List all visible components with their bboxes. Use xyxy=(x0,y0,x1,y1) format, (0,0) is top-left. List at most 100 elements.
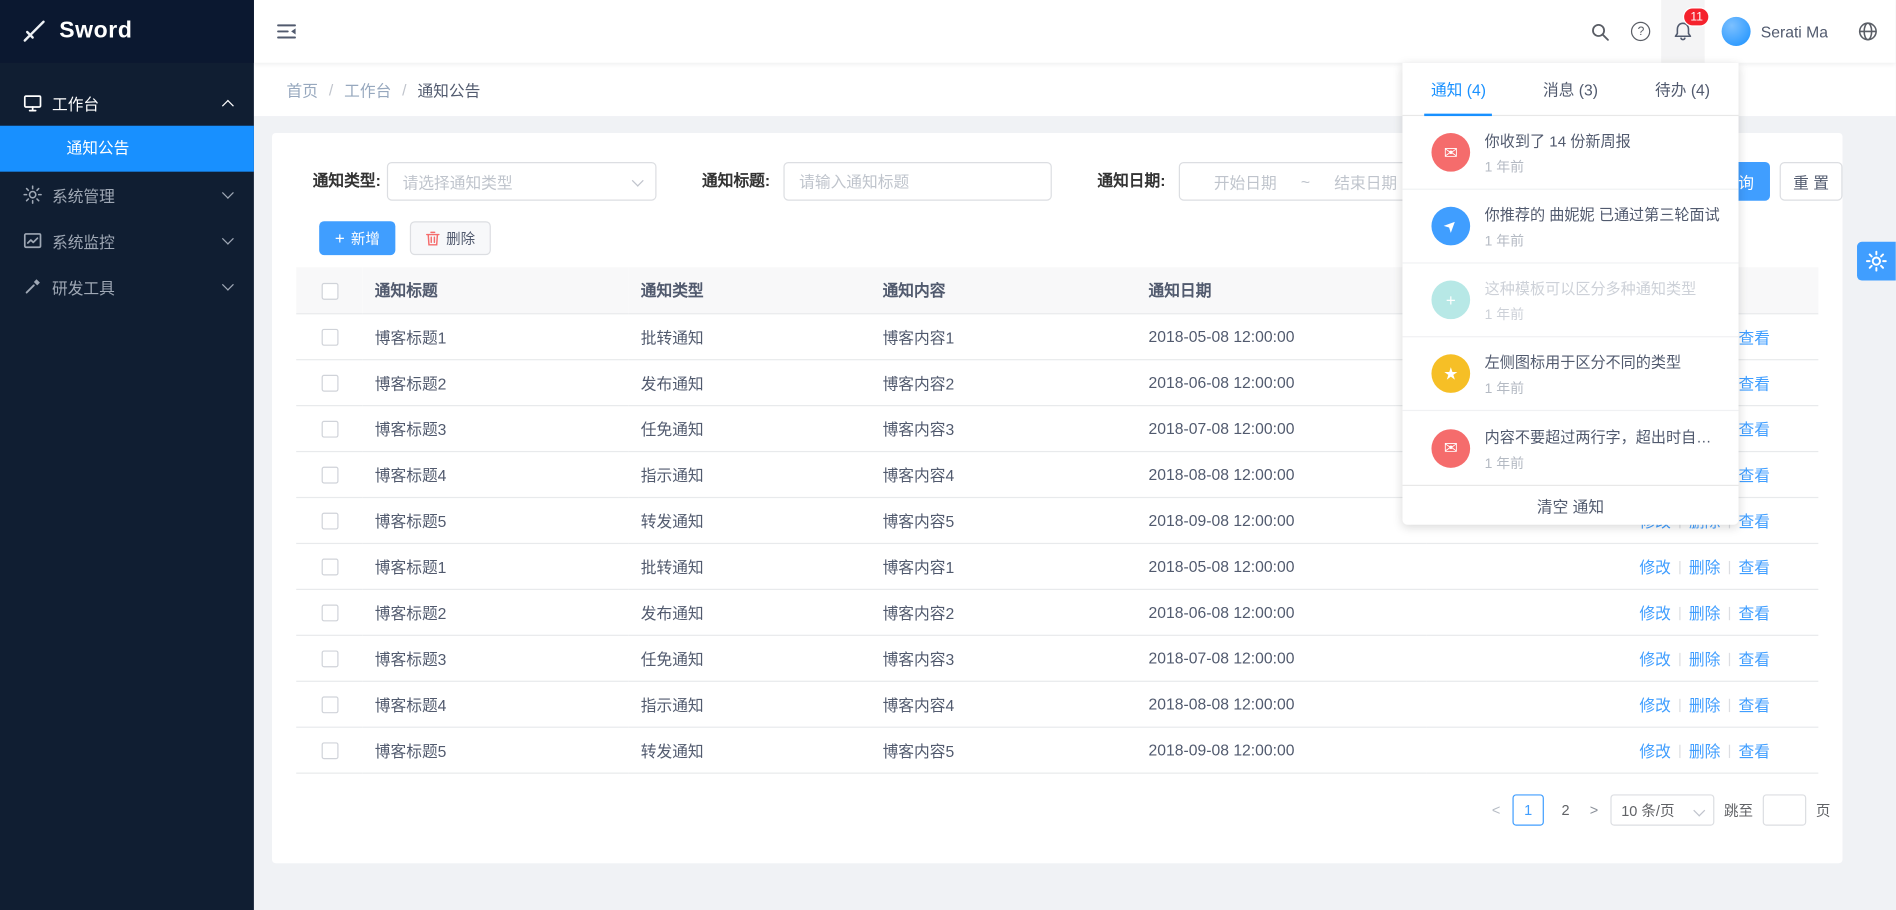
notification-item[interactable]: ★ 左侧图标用于区分不同的类型 1 年前 xyxy=(1402,337,1738,411)
cell-notice-date: 2018-05-08 12:00:00 xyxy=(1136,543,1426,589)
globe-icon[interactable] xyxy=(1847,0,1888,63)
breadcrumb-home[interactable]: 首页 xyxy=(287,78,318,101)
page-1-button[interactable]: 1 xyxy=(1512,794,1543,825)
tool-icon xyxy=(23,277,42,296)
row-checkbox[interactable] xyxy=(321,512,338,529)
table-row: 博客标题4 指示通知 博客内容4 2018-08-08 12:00:00 修改删… xyxy=(296,681,1818,727)
notification-title: 你收到了 14 份新周报 xyxy=(1485,128,1722,151)
app-logo[interactable]: Sword xyxy=(0,0,254,63)
reset-button[interactable]: 重 置 xyxy=(1780,162,1843,201)
notice-type-select[interactable]: 请选择通知类型 xyxy=(387,162,657,201)
cell-notice-date: 2018-07-08 12:00:00 xyxy=(1136,635,1426,681)
page-size-select[interactable]: 10 条/页 xyxy=(1610,794,1714,825)
row-checkbox[interactable] xyxy=(321,558,338,575)
notification-item[interactable]: ✉ 内容不要超过两行字，超出时自动截断 1 年前 xyxy=(1402,411,1738,485)
cell-notice-title: 博客标题3 xyxy=(363,635,629,681)
edit-link[interactable]: 修改 xyxy=(1639,696,1670,714)
search-icon[interactable] xyxy=(1579,0,1620,63)
breadcrumb-workbench[interactable]: 工作台 xyxy=(344,78,391,101)
sidebar-item-workbench[interactable]: 工作台 xyxy=(0,80,254,126)
edit-link[interactable]: 修改 xyxy=(1639,558,1670,576)
row-delete-link[interactable]: 删除 xyxy=(1689,742,1720,760)
notification-tab[interactable]: 通知 (4) xyxy=(1402,63,1514,115)
notification-item[interactable]: + 这种模板可以区分多种通知类型 1 年前 xyxy=(1402,264,1738,338)
row-checkbox[interactable] xyxy=(321,742,338,759)
add-button[interactable]: 新增 xyxy=(319,221,395,255)
notice-date-label: 通知日期: xyxy=(1069,162,1166,201)
chevron-down-icon xyxy=(222,279,234,291)
view-link[interactable]: 查看 xyxy=(1739,742,1770,760)
divider xyxy=(1679,560,1680,573)
view-link[interactable]: 查看 xyxy=(1739,420,1770,438)
jump-page-input[interactable] xyxy=(1763,794,1807,825)
username[interactable]: Serati Ma xyxy=(1761,22,1828,40)
cell-notice-date: 2018-07-08 12:00:00 xyxy=(1136,405,1426,451)
row-delete-link[interactable]: 删除 xyxy=(1689,696,1720,714)
row-checkbox[interactable] xyxy=(321,329,338,346)
view-link[interactable]: 查看 xyxy=(1739,466,1770,484)
sidebar-item-label: 系统监控 xyxy=(52,229,115,252)
divider xyxy=(1679,652,1680,665)
view-link[interactable]: 查看 xyxy=(1739,328,1770,346)
notification-item[interactable]: ✉ 你收到了 14 份新周报 1 年前 xyxy=(1402,116,1738,190)
breadcrumb-separator: / xyxy=(402,80,406,98)
notice-title-input[interactable] xyxy=(783,162,1051,201)
cell-notice-content: 博客内容3 xyxy=(870,635,1136,681)
select-all-checkbox[interactable] xyxy=(321,282,338,299)
settings-button[interactable] xyxy=(1857,242,1896,281)
notification-time: 1 年前 xyxy=(1485,453,1722,472)
notification-title: 你推荐的 曲妮妮 已通过第三轮面试 xyxy=(1485,202,1722,225)
cell-notice-content: 博客内容5 xyxy=(870,497,1136,543)
view-link[interactable]: 查看 xyxy=(1739,558,1770,576)
row-checkbox[interactable] xyxy=(321,466,338,483)
notifications-bell[interactable]: 11 xyxy=(1662,0,1706,63)
monitor-chart-icon xyxy=(23,231,42,250)
sidebar-item-notice[interactable]: 通知公告 xyxy=(0,126,254,172)
edit-link[interactable]: 修改 xyxy=(1639,742,1670,760)
notification-tabs: 通知 (4) 消息 (3) 待办 (4) xyxy=(1402,63,1738,116)
sidebar-item-system-monitor[interactable]: 系统监控 xyxy=(0,218,254,264)
table-row: 博客标题5 转发通知 博客内容5 2018-09-08 12:00:00 修改删… xyxy=(296,727,1818,773)
notification-text: 左侧图标用于区分不同的类型 1 年前 xyxy=(1485,349,1722,397)
notification-item[interactable]: ➤ 你推荐的 曲妮妮 已通过第三轮面试 1 年前 xyxy=(1402,190,1738,264)
cell-notice-type: 发布通知 xyxy=(629,359,871,405)
help-icon[interactable] xyxy=(1620,0,1661,63)
row-checkbox[interactable] xyxy=(321,375,338,392)
jump-label: 跳至 xyxy=(1724,800,1753,821)
row-delete-link[interactable]: 删除 xyxy=(1689,558,1720,576)
chevron-down-icon xyxy=(632,175,644,187)
delete-button[interactable]: 删除 xyxy=(410,221,491,255)
cell-notice-date: 2018-08-08 12:00:00 xyxy=(1136,681,1426,727)
row-delete-link[interactable]: 删除 xyxy=(1689,650,1720,668)
view-link[interactable]: 查看 xyxy=(1739,374,1770,392)
monitor-icon xyxy=(23,93,42,112)
view-link[interactable]: 查看 xyxy=(1739,696,1770,714)
view-link[interactable]: 查看 xyxy=(1739,650,1770,668)
edit-link[interactable]: 修改 xyxy=(1639,650,1670,668)
row-checkbox[interactable] xyxy=(321,696,338,713)
divider xyxy=(1729,744,1730,757)
clear-notifications-button[interactable]: 清空 通知 xyxy=(1402,485,1738,525)
page-2-button[interactable]: 2 xyxy=(1554,794,1578,825)
menu-fold-icon[interactable] xyxy=(276,21,298,43)
cell-notice-date: 2018-05-08 12:00:00 xyxy=(1136,313,1426,359)
view-link[interactable]: 查看 xyxy=(1739,512,1770,530)
view-link[interactable]: 查看 xyxy=(1739,604,1770,622)
prev-page-arrow[interactable]: < xyxy=(1489,802,1502,819)
sidebar-item-system-manage[interactable]: 系统管理 xyxy=(0,172,254,218)
edit-link[interactable]: 修改 xyxy=(1639,604,1670,622)
row-delete-link[interactable]: 删除 xyxy=(1689,604,1720,622)
sidebar-item-dev-tools[interactable]: 研发工具 xyxy=(0,264,254,310)
avatar[interactable] xyxy=(1722,17,1751,46)
row-checkbox[interactable] xyxy=(321,650,338,667)
next-page-arrow[interactable]: > xyxy=(1587,802,1600,819)
cell-notice-date: 2018-06-08 12:00:00 xyxy=(1136,589,1426,635)
row-checkbox[interactable] xyxy=(321,420,338,437)
row-checkbox[interactable] xyxy=(321,604,338,621)
cell-notice-content: 博客内容4 xyxy=(870,451,1136,497)
gear-icon xyxy=(23,185,42,204)
cell-notice-type: 批转通知 xyxy=(629,313,871,359)
notification-tab[interactable]: 待办 (4) xyxy=(1627,63,1739,115)
cell-notice-content: 博客内容4 xyxy=(870,681,1136,727)
notification-tab[interactable]: 消息 (3) xyxy=(1514,63,1626,115)
